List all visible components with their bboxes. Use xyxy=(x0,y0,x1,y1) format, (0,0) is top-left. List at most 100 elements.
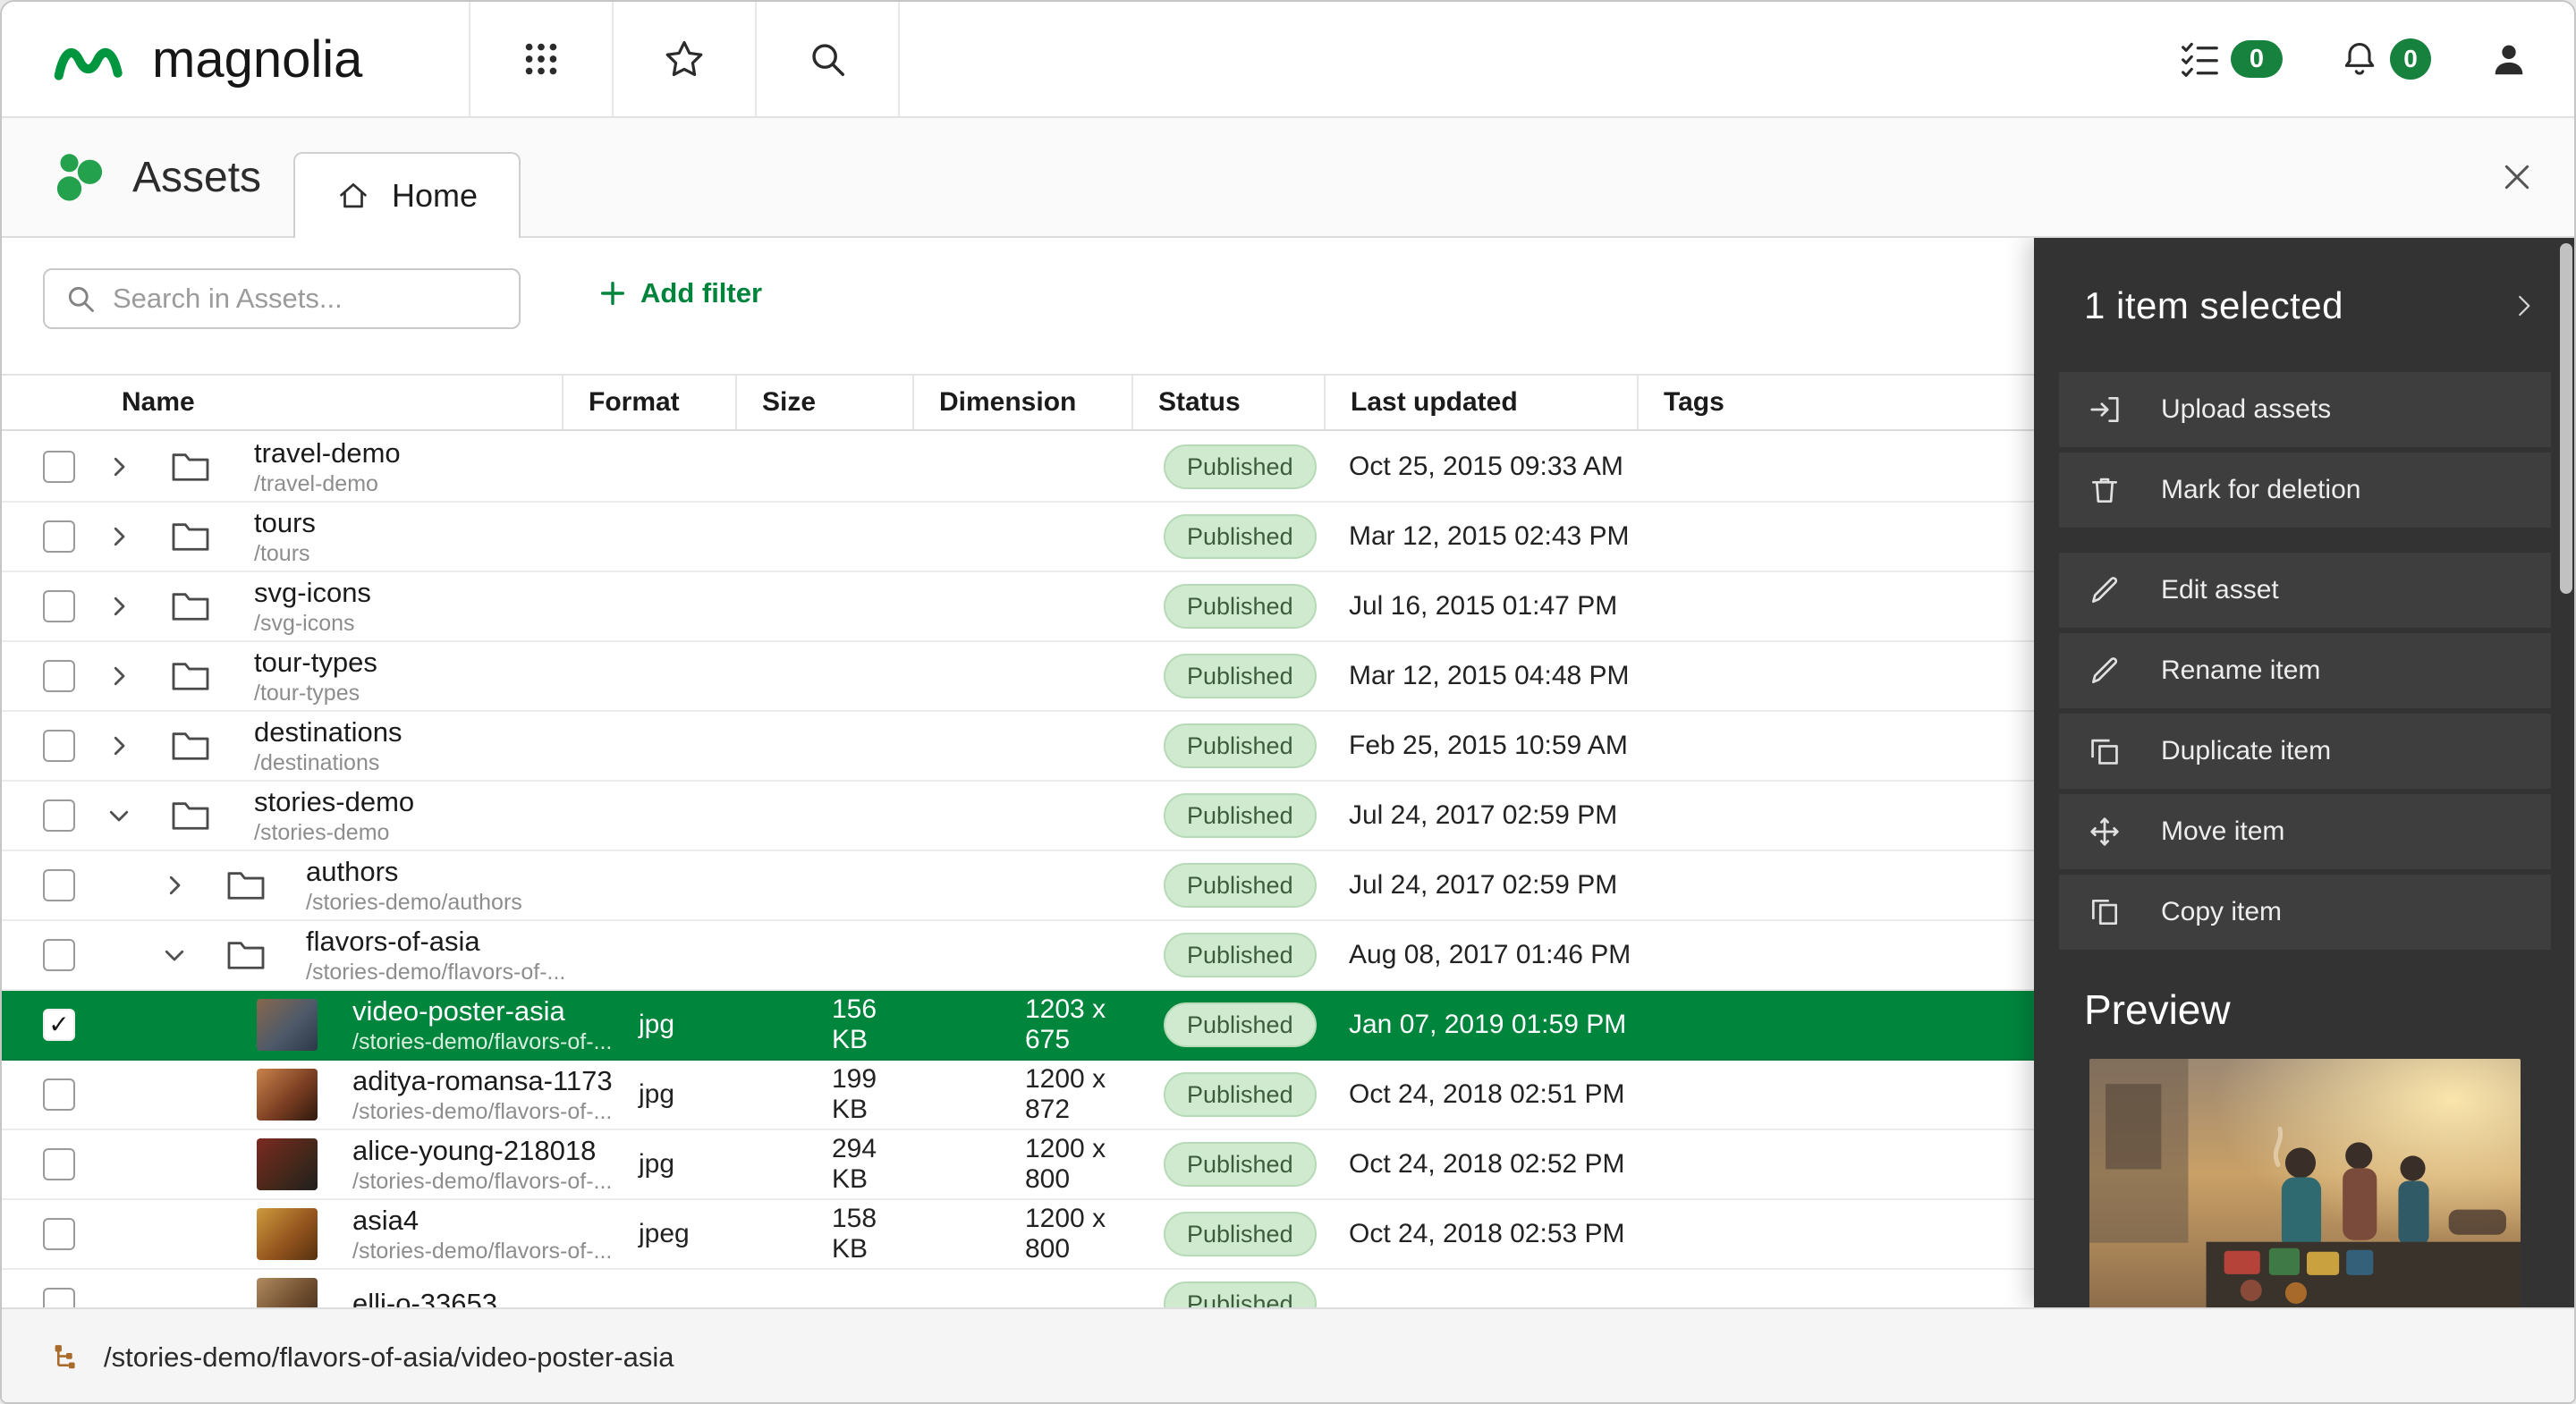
row-title-block: video-poster-asia/stories-demo/flavors-o… xyxy=(352,995,612,1054)
action-panel: 1 item selected Upload assetsMark for de… xyxy=(2034,238,2574,1307)
item-path: /stories-demo/flavors-of-... xyxy=(306,960,565,985)
column-header-last-updated[interactable]: Last updated xyxy=(1326,376,1639,429)
tasks-button[interactable]: 0 xyxy=(2179,40,2283,78)
chevron-right-icon[interactable] xyxy=(106,663,132,689)
notifications-button[interactable]: 0 xyxy=(2340,38,2431,80)
action-duplicate-item-button[interactable]: Duplicate item xyxy=(2059,714,2551,789)
column-header-dimension[interactable]: Dimension xyxy=(914,376,1133,429)
tasks-count-badge: 0 xyxy=(2231,40,2283,78)
row-checkbox[interactable] xyxy=(43,1148,75,1180)
action-label: Duplicate item xyxy=(2161,736,2331,766)
row-status: Published xyxy=(1133,1061,1326,1129)
row-checkbox[interactable] xyxy=(43,939,75,971)
action-label: Edit asset xyxy=(2161,575,2279,605)
close-app-button[interactable] xyxy=(2499,159,2535,195)
chevron-right-icon[interactable] xyxy=(106,453,132,480)
action-upload-assets-button[interactable]: Upload assets xyxy=(2059,372,2551,447)
asset-thumbnail xyxy=(257,1069,318,1121)
item-name: elli-o-33653 xyxy=(352,1288,497,1307)
row-title-block: travel-demo/travel-demo xyxy=(254,437,401,496)
row-size xyxy=(737,503,914,571)
column-header-size[interactable]: Size xyxy=(737,376,914,429)
app-launcher-button[interactable] xyxy=(470,2,614,116)
row-checkbox[interactable]: ✓ xyxy=(43,1009,75,1041)
action-move-item-button[interactable]: Move item xyxy=(2059,794,2551,869)
row-format xyxy=(564,572,737,640)
status-badge: Published xyxy=(1164,793,1317,838)
row-last-updated: Jan 07, 2019 01:59 PM xyxy=(1326,991,1639,1059)
row-size xyxy=(737,433,914,501)
chevron-right-icon[interactable] xyxy=(106,523,132,550)
favorites-button[interactable] xyxy=(614,2,757,116)
action-label: Copy item xyxy=(2161,897,2282,927)
row-status: Published xyxy=(1133,572,1326,640)
chevron-right-icon[interactable] xyxy=(106,732,132,759)
item-name: svg-icons xyxy=(254,577,371,609)
user-icon xyxy=(2488,38,2529,80)
star-icon xyxy=(663,38,706,80)
row-format xyxy=(564,712,737,780)
row-checkbox[interactable] xyxy=(43,590,75,622)
item-path: /stories-demo xyxy=(254,821,414,846)
row-name-cell: stories-demo/stories-demo xyxy=(2,782,564,850)
scrollbar-thumb[interactable] xyxy=(2560,243,2572,594)
item-name: stories-demo xyxy=(254,786,414,818)
row-size xyxy=(737,921,914,989)
column-header-format[interactable]: Format xyxy=(564,376,737,429)
column-header-name[interactable]: Name xyxy=(2,376,564,429)
row-title-block: asia4/stories-demo/flavors-of-... xyxy=(352,1205,612,1264)
row-status: Published xyxy=(1133,1270,1326,1307)
user-menu-button[interactable] xyxy=(2488,38,2529,80)
row-name-cell: ✓video-poster-asia/stories-demo/flavors-… xyxy=(2,991,564,1059)
chevron-right-icon[interactable] xyxy=(161,872,188,899)
tab-home[interactable]: Home xyxy=(293,152,521,238)
row-checkbox[interactable] xyxy=(43,660,75,692)
row-checkbox[interactable] xyxy=(43,799,75,832)
item-name: aditya-romansa-1173 xyxy=(352,1065,613,1097)
action-mark-for-deletion-button[interactable]: Mark for deletion xyxy=(2059,452,2551,528)
row-checkbox[interactable] xyxy=(43,1218,75,1250)
row-format xyxy=(564,921,737,989)
row-last-updated: Mar 12, 2015 02:43 PM xyxy=(1326,503,1639,571)
add-filter-button[interactable]: Add filter xyxy=(597,277,762,309)
asset-thumbnail xyxy=(257,999,318,1051)
row-checkbox[interactable] xyxy=(43,869,75,901)
notifications-count-badge: 0 xyxy=(2390,38,2431,80)
row-size xyxy=(737,642,914,710)
row-checkbox[interactable] xyxy=(43,451,75,483)
column-header-status[interactable]: Status xyxy=(1133,376,1326,429)
assets-search-box xyxy=(43,268,521,329)
row-name-cell: tours/tours xyxy=(2,503,564,571)
panel-header: 1 item selected xyxy=(2034,238,2574,327)
row-status: Published xyxy=(1133,851,1326,919)
row-title-block: destinations/destinations xyxy=(254,716,402,775)
chevron-right-icon[interactable] xyxy=(106,593,132,620)
row-title-block: svg-icons/svg-icons xyxy=(254,577,371,636)
action-rename-item-button[interactable]: Rename item xyxy=(2059,633,2551,708)
row-checkbox[interactable] xyxy=(43,520,75,553)
row-title-block: alice-young-218018/stories-demo/flavors-… xyxy=(352,1135,612,1194)
row-last-updated: Aug 08, 2017 01:46 PM xyxy=(1326,921,1639,989)
row-dimension xyxy=(914,503,1133,571)
row-format xyxy=(564,1270,737,1307)
global-search-button[interactable] xyxy=(757,2,900,116)
search-input[interactable] xyxy=(113,283,499,315)
item-path: /stories-demo/flavors-of-... xyxy=(352,1100,613,1125)
status-badge: Published xyxy=(1164,654,1317,698)
row-checkbox[interactable] xyxy=(43,730,75,762)
row-status: Published xyxy=(1133,433,1326,501)
chevron-down-icon[interactable] xyxy=(106,802,132,829)
chevron-down-icon[interactable] xyxy=(161,942,188,968)
item-name: alice-young-218018 xyxy=(352,1135,612,1167)
row-title-block: aditya-romansa-1173/stories-demo/flavors… xyxy=(352,1065,613,1124)
action-copy-item-button[interactable]: Copy item xyxy=(2059,875,2551,950)
action-edit-asset-button[interactable]: Edit asset xyxy=(2059,553,2551,628)
collapse-panel-button[interactable] xyxy=(2510,292,2537,319)
row-checkbox[interactable] xyxy=(43,1078,75,1111)
row-status: Published xyxy=(1133,1200,1326,1268)
row-size xyxy=(737,572,914,640)
row-size xyxy=(737,712,914,780)
upload-icon xyxy=(2088,393,2122,427)
row-checkbox[interactable] xyxy=(43,1288,75,1307)
row-name-cell: alice-young-218018/stories-demo/flavors-… xyxy=(2,1130,564,1198)
